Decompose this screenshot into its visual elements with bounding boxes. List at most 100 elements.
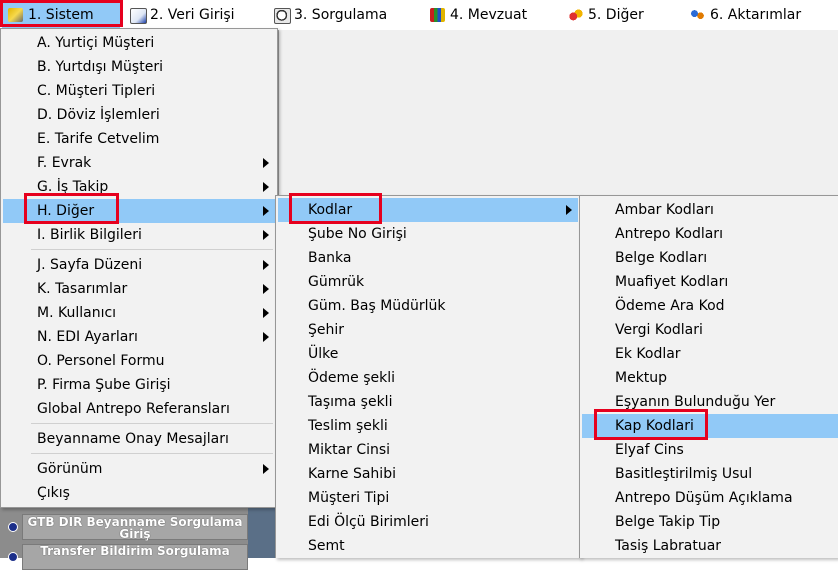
menu-item-label: Çıkış xyxy=(37,485,70,501)
menu-item-label: Ödeme Ara Kod xyxy=(615,298,725,314)
gtb-dir-bullet-icon xyxy=(8,522,18,532)
menu-item-vergi-kodlari[interactable]: Vergi Kodlari xyxy=(582,318,836,342)
menu-item-yurtdisi-musteri[interactable]: B. Yurtdışı Müşteri xyxy=(3,55,275,79)
menu-item-label: Antrepo Düşüm Açıklama xyxy=(615,490,793,506)
menu-item-antrepo-dusum-aciklama[interactable]: Antrepo Düşüm Açıklama xyxy=(582,486,836,510)
menu-bar: 1. Sistem 2. Veri Girişi 3. Sorgulama 4.… xyxy=(0,0,838,31)
menu-item-label: Muafiyet Kodları xyxy=(615,274,729,290)
workspace-panel xyxy=(278,30,838,196)
menu-item-label: N. EDI Ayarları xyxy=(37,329,138,345)
menu-item-ek-kodlar[interactable]: Ek Kodlar xyxy=(582,342,836,366)
menu-item-kullanici[interactable]: M. Kullanıcı xyxy=(3,301,275,325)
menu-item-banka[interactable]: Banka xyxy=(278,246,578,270)
annotation-box-kodlar xyxy=(289,193,382,224)
menu-item-label: Banka xyxy=(308,250,352,266)
menubar-diger[interactable]: 5. Diğer xyxy=(562,2,672,28)
people-transfer-icon xyxy=(690,8,705,22)
submenu-arrow-icon xyxy=(263,182,269,192)
books-icon xyxy=(430,8,445,22)
menu-item-beyanname-onay[interactable]: Beyanname Onay Mesajları xyxy=(3,427,275,451)
menu-item-label: Taşıma şekli xyxy=(308,394,393,410)
menu-item-label: Tasiş Labratuar xyxy=(615,538,722,554)
annotation-box-sistem xyxy=(0,0,123,27)
menu-item-belge-kodlari[interactable]: Belge Kodları xyxy=(582,246,836,270)
menu-item-gum-bas-mudurluk[interactable]: Güm. Baş Müdürlük xyxy=(278,294,578,318)
pen-paper-icon xyxy=(130,8,147,24)
menu-item-label: I. Birlik Bilgileri xyxy=(37,227,142,243)
menu-item-tarife-cetvelim[interactable]: E. Tarife Cetvelim xyxy=(3,127,275,151)
kodlar-submenu: Ambar Kodları Antrepo Kodları Belge Kodl… xyxy=(579,195,838,558)
menu-item-global-antrepo[interactable]: Global Antrepo Referansları xyxy=(3,397,275,421)
menu-item-gumruk[interactable]: Gümrük xyxy=(278,270,578,294)
menu-item-tasima-sekli[interactable]: Taşıma şekli xyxy=(278,390,578,414)
menu-item-odeme-sekli[interactable]: Ödeme şekli xyxy=(278,366,578,390)
shapes-icon xyxy=(568,8,583,22)
menubar-mevzuat-label: 4. Mevzuat xyxy=(450,7,528,23)
menu-item-tasarimlar[interactable]: K. Tasarımlar xyxy=(3,277,275,301)
menu-item-label: Antrepo Kodları xyxy=(615,226,723,242)
transfer-bullet-icon xyxy=(8,552,18,562)
submenu-arrow-icon xyxy=(263,332,269,342)
menu-item-sube-no-girisi[interactable]: Şube No Girişi xyxy=(278,222,578,246)
menubar-aktarimlar[interactable]: 6. Aktarımlar xyxy=(684,2,824,28)
menu-item-miktar-cinsi[interactable]: Miktar Cinsi xyxy=(278,438,578,462)
menu-item-mektup[interactable]: Mektup xyxy=(582,366,836,390)
menu-item-belge-takip-tip[interactable]: Belge Takip Tip xyxy=(582,510,836,534)
menu-item-label: O. Personel Formu xyxy=(37,353,165,369)
menu-item-label: Belge Takip Tip xyxy=(615,514,721,530)
menu-item-label: B. Yurtdışı Müşteri xyxy=(37,59,163,75)
menu-item-ambar-kodlari[interactable]: Ambar Kodları xyxy=(582,198,836,222)
menu-item-karne-sahibi[interactable]: Karne Sahibi xyxy=(278,462,578,486)
menu-item-label: Ek Kodlar xyxy=(615,346,681,362)
menu-item-gorunum[interactable]: Görünüm xyxy=(3,457,275,481)
menu-item-evrak[interactable]: F. Evrak xyxy=(3,151,275,175)
menu-item-elyaf-cins[interactable]: Elyaf Cins xyxy=(582,438,836,462)
menubar-sorgulama[interactable]: 3. Sorgulama xyxy=(268,2,418,28)
menu-item-antrepo-kodlari[interactable]: Antrepo Kodları xyxy=(582,222,836,246)
menu-item-label: A. Yurtiçi Müşteri xyxy=(37,35,155,51)
menu-item-label: Elyaf Cins xyxy=(615,442,684,458)
menu-separator xyxy=(31,249,273,250)
menu-item-label: K. Tasarımlar xyxy=(37,281,128,297)
menubar-mevzuat[interactable]: 4. Mevzuat xyxy=(424,2,544,28)
menu-item-edi-ayarlari[interactable]: N. EDI Ayarları xyxy=(3,325,275,349)
menu-item-personel-formu[interactable]: O. Personel Formu xyxy=(3,349,275,373)
submenu-arrow-icon xyxy=(263,230,269,240)
menu-item-odeme-ara-kod[interactable]: Ödeme Ara Kod xyxy=(582,294,836,318)
menu-item-semt[interactable]: Semt xyxy=(278,534,578,558)
menubar-veri-girisi[interactable]: 2. Veri Girişi xyxy=(124,2,270,28)
menubar-aktarimlar-label: 6. Aktarımlar xyxy=(710,7,802,23)
submenu-arrow-icon xyxy=(263,308,269,318)
transfer-bildirim-button-label: Transfer Bildirim Sorgulama xyxy=(40,544,230,558)
menu-item-musteri-tipleri[interactable]: C. Müşteri Tipleri xyxy=(3,79,275,103)
menu-item-label: J. Sayfa Düzeni xyxy=(37,257,143,273)
submenu-arrow-icon xyxy=(263,284,269,294)
menu-item-label: Müşteri Tipi xyxy=(308,490,390,506)
menu-item-cikis[interactable]: Çıkış xyxy=(3,481,275,505)
annotation-box-kap-kodlari xyxy=(594,409,708,440)
transfer-bildirim-button[interactable]: Transfer Bildirim Sorgulama xyxy=(22,544,248,570)
annotation-box-diger xyxy=(24,193,119,224)
menu-item-teslim-sekli[interactable]: Teslim şekli xyxy=(278,414,578,438)
menu-item-birlik-bilgileri[interactable]: I. Birlik Bilgileri xyxy=(3,223,275,247)
menu-item-label: Ambar Kodları xyxy=(615,202,714,218)
menu-item-label: F. Evrak xyxy=(37,155,92,171)
menu-item-muafiyet-kodlari[interactable]: Muafiyet Kodları xyxy=(582,270,836,294)
menu-item-yurtici-musteri[interactable]: A. Yurtiçi Müşteri xyxy=(3,31,275,55)
menu-item-ulke[interactable]: Ülke xyxy=(278,342,578,366)
menu-item-label: M. Kullanıcı xyxy=(37,305,117,321)
menu-item-sehir[interactable]: Şehir xyxy=(278,318,578,342)
menu-item-label: D. Döviz İşlemleri xyxy=(37,107,160,123)
menu-item-edi-olcu-birimleri[interactable]: Edi Ölçü Birimleri xyxy=(278,510,578,534)
menu-separator xyxy=(31,423,273,424)
menu-item-basitlestirilmis-usul[interactable]: Basitleştirilmiş Usul xyxy=(582,462,836,486)
menu-item-musteri-tipi[interactable]: Müşteri Tipi xyxy=(278,486,578,510)
menu-item-label: Gümrük xyxy=(308,274,365,290)
menu-item-tasis-labratuar[interactable]: Tasiş Labratuar xyxy=(582,534,836,558)
menu-item-label: Belge Kodları xyxy=(615,250,708,266)
menu-item-firma-sube-girisi[interactable]: P. Firma Şube Girişi xyxy=(3,373,275,397)
gtb-dir-button-label: GTB DIR Beyanname Sorgulama Giriş xyxy=(27,515,243,541)
menu-item-doviz-islemleri[interactable]: D. Döviz İşlemleri xyxy=(3,103,275,127)
menu-item-sayfa-duzeni[interactable]: J. Sayfa Düzeni xyxy=(3,253,275,277)
gtb-dir-button[interactable]: GTB DIR Beyanname Sorgulama Giriş xyxy=(22,514,248,540)
